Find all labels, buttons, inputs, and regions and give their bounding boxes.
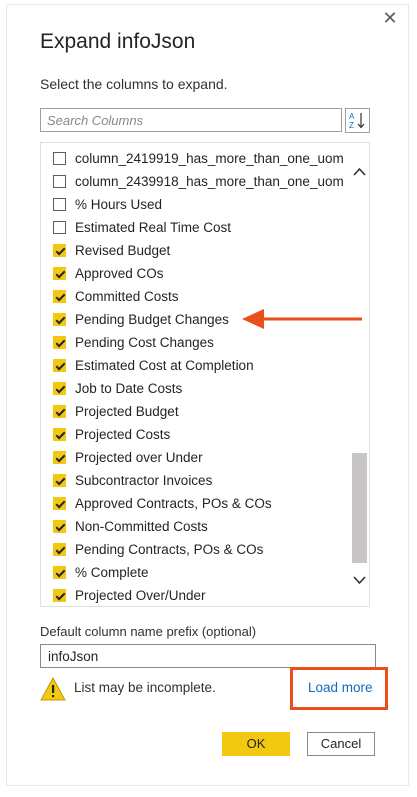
column-checkbox[interactable] [53, 588, 66, 602]
svg-text:Z: Z [349, 121, 354, 130]
column-item[interactable]: Subcontractor Invoices [53, 469, 212, 491]
sort-az-icon: A Z [349, 112, 365, 130]
column-checkbox[interactable] [53, 174, 66, 188]
column-label: Estimated Real Time Cost [75, 219, 232, 235]
column-label: Projected Over/Under [75, 587, 206, 603]
column-checkbox[interactable] [53, 266, 66, 280]
column-item[interactable]: Pending Contracts, POs & COs [53, 538, 263, 560]
column-item[interactable]: Pending Cost Changes [53, 331, 214, 353]
column-checkbox[interactable] [53, 197, 66, 211]
columns-list: column_2419919_has_more_than_one_uomcolu… [40, 142, 370, 607]
column-item[interactable]: Estimated Cost at Completion [53, 354, 254, 376]
prefix-label: Default column name prefix (optional) [40, 624, 257, 639]
column-label: Revised Budget [75, 242, 171, 258]
column-label: % Complete [75, 564, 149, 580]
column-checkbox[interactable] [53, 358, 66, 372]
column-checkbox[interactable] [53, 243, 66, 257]
column-item[interactable]: % Complete [53, 561, 149, 583]
column-label: column_2439918_has_more_than_one_uom [75, 173, 344, 189]
column-label: column_2419919_has_more_than_one_uom [75, 150, 344, 166]
column-checkbox[interactable] [53, 450, 66, 464]
column-item[interactable]: Committed Costs [53, 285, 179, 307]
column-item[interactable]: % Hours Used [53, 193, 162, 215]
search-field[interactable] [40, 108, 342, 132]
column-item[interactable]: Non-Committed Costs [53, 515, 208, 537]
column-label: Estimated Cost at Completion [75, 357, 254, 373]
column-checkbox[interactable] [53, 289, 66, 303]
column-label: % Hours Used [75, 196, 163, 212]
column-label: Pending Cost Changes [75, 334, 214, 350]
warning-text: List may be incomplete. [74, 680, 216, 695]
column-checkbox[interactable] [53, 542, 66, 556]
annotation-arrow-icon [242, 309, 362, 329]
scrollbar-thumb[interactable] [352, 453, 367, 563]
column-item[interactable]: Estimated Real Time Cost [53, 216, 231, 238]
column-checkbox[interactable] [53, 427, 66, 441]
column-label: Approved Contracts, POs & COs [75, 495, 272, 511]
column-label: Pending Contracts, POs & COs [75, 541, 264, 557]
column-item[interactable]: Projected Budget [53, 400, 179, 422]
column-checkbox[interactable] [53, 565, 66, 579]
column-label: Projected over Under [75, 449, 203, 465]
column-checkbox[interactable] [53, 519, 66, 533]
column-label: Projected Costs [75, 426, 171, 442]
list-scrollbar[interactable] [350, 143, 369, 606]
prefix-input[interactable] [41, 645, 375, 667]
column-label: Pending Budget Changes [75, 311, 229, 327]
column-label: Committed Costs [75, 288, 179, 304]
prefix-field[interactable] [40, 644, 376, 668]
ok-button[interactable]: OK [222, 732, 290, 756]
column-label: Subcontractor Invoices [75, 472, 213, 488]
close-icon[interactable]: ✕ [380, 8, 400, 28]
column-label: Projected Budget [75, 403, 179, 419]
column-checkbox[interactable] [53, 220, 66, 234]
column-label: Non-Committed Costs [75, 518, 208, 534]
column-checkbox[interactable] [53, 473, 66, 487]
load-more-link[interactable]: Load more [308, 680, 373, 695]
column-item[interactable]: column_2419919_has_more_than_one_uom [53, 147, 344, 169]
search-input[interactable] [41, 109, 341, 131]
column-checkbox[interactable] [53, 312, 66, 326]
column-item[interactable]: Pending Budget Changes [53, 308, 229, 330]
column-label: Approved COs [75, 265, 164, 281]
dialog-subtitle: Select the columns to expand. [40, 76, 228, 92]
column-item[interactable]: Projected Over/Under [53, 584, 206, 606]
column-checkbox[interactable] [53, 151, 66, 165]
svg-text:A: A [349, 112, 355, 121]
column-item[interactable]: Approved COs [53, 262, 164, 284]
column-label: Job to Date Costs [75, 380, 183, 396]
column-item[interactable]: column_2439918_has_more_than_one_uom [53, 170, 344, 192]
dialog-title: Expand infoJson [40, 30, 196, 53]
column-checkbox[interactable] [53, 335, 66, 349]
column-item[interactable]: Job to Date Costs [53, 377, 182, 399]
column-checkbox[interactable] [53, 496, 66, 510]
cancel-button[interactable]: Cancel [307, 732, 375, 756]
column-checkbox[interactable] [53, 404, 66, 418]
column-item[interactable]: Revised Budget [53, 239, 170, 261]
column-checkbox[interactable] [53, 381, 66, 395]
sort-az-button[interactable]: A Z [345, 108, 370, 133]
scroll-down-icon[interactable] [350, 571, 369, 589]
column-item[interactable]: Projected Costs [53, 423, 170, 445]
column-item[interactable]: Projected over Under [53, 446, 203, 468]
column-item[interactable]: Approved Contracts, POs & COs [53, 492, 272, 514]
scroll-up-icon[interactable] [350, 163, 369, 181]
warning-icon [40, 677, 66, 701]
